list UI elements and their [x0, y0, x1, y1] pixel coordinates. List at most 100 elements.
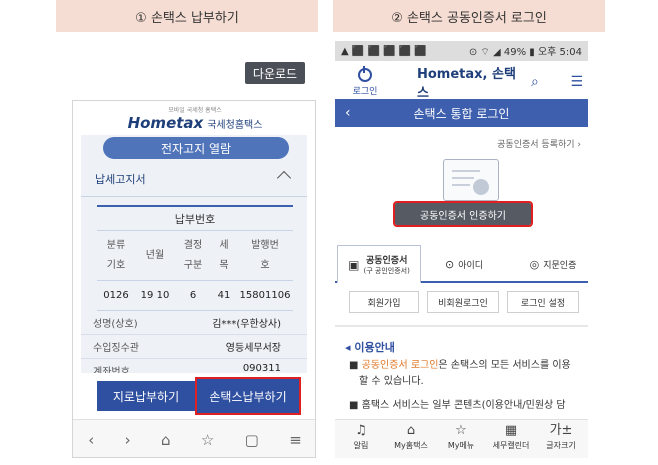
left-phone-screen: 모바일 국세청 홈택스 Hometax 국세청홈택스 전자고지 열람 납세고지서…: [72, 100, 316, 458]
tab-certificate[interactable]: ▣ 공동인증서 (구 공인인증서): [337, 245, 421, 283]
tabs-icon[interactable]: ▢: [245, 431, 259, 449]
usage-line-1: ■ 공동인증서 로그인은 손택스의 모든 서비스를 이용: [349, 359, 581, 373]
sontax-pay-button[interactable]: 손택스납부하기: [195, 377, 301, 415]
nav-alerts-label: 알림: [353, 441, 369, 450]
login-label: 로그인: [352, 86, 378, 97]
sontax-logo: Hometax, 손택스: [417, 67, 517, 101]
login-settings-button[interactable]: 로그인 설정: [507, 291, 579, 313]
notice-accordion[interactable]: 납세고지서: [81, 161, 307, 197]
pay-value: 0126: [103, 289, 129, 301]
calendar-icon: ▦: [504, 423, 518, 438]
info-value: 김***(우한상사): [212, 319, 281, 330]
col-header: 발행번 호: [251, 239, 279, 271]
tab-id[interactable]: ⊙ 아이디: [433, 245, 495, 283]
app-header: 로그인 Hometax, 손택스 ⌕ ☰: [335, 61, 588, 103]
cert-login-highlight: 공동인증서 로그인: [361, 360, 439, 371]
browser-nav-bar: ‹ › ⌂ ☆ ▢ ≡: [73, 419, 315, 457]
power-icon: [358, 65, 372, 82]
tab-fingerprint[interactable]: ◎ 지문인증: [521, 245, 585, 283]
cert-register-link[interactable]: 공동인증서 등록하기 ›: [485, 137, 581, 150]
logo-sub-text: 국세청홈택스: [207, 119, 263, 131]
font-size-icon: 가±: [549, 423, 573, 438]
info-row-name: 성명(상호) 김***(우한상사): [81, 311, 307, 335]
col-header: 결정 구분: [183, 239, 203, 271]
signup-button[interactable]: 회원가입: [349, 291, 419, 313]
right-phone-screen: ▲ ⬛ ⬛ ⬛ ⬛ ⬛ ⊙ ⌔ ◢ 49% ▮ 오후 5:04 로그인 Home…: [335, 41, 588, 458]
nav-my-menu-label: My메뉴: [447, 441, 475, 450]
usage-guide-heading: ◂ 이용안내: [345, 339, 395, 355]
tab-cert-sublabel: (구 공인인증서): [363, 267, 410, 275]
header-actions: ⌕ ☰: [531, 71, 583, 93]
tab-id-label: 아이디: [458, 260, 484, 271]
col-header: 년월: [145, 249, 165, 261]
usage-line3-text: 홈택스 서비스는 일부 콘텐츠(이용안내/민원상 담: [361, 400, 566, 411]
e-notice-label: 전자고지 열람: [160, 141, 232, 156]
pay-column-headers: 분류 기호 년월 결정 구분 세 목 발행번 호: [97, 231, 293, 281]
signup-label: 회원가입: [367, 298, 401, 309]
nav-font-size-label: 글자크기: [546, 441, 576, 450]
back-arrow-icon[interactable]: ‹: [345, 105, 351, 121]
download-button[interactable]: 다운로드: [245, 62, 305, 84]
step1-header: ① 손택스 납부하기: [56, 0, 318, 32]
pay-value: 19 10: [140, 289, 170, 301]
hometax-logo: 모바일 국세청 홈택스 Hometax 국세청홈택스: [73, 101, 315, 135]
status-notifications: ▲ ⬛ ⬛ ⬛ ⬛ ⬛: [341, 45, 427, 57]
nav-font-size[interactable]: 가± 글자크기: [537, 422, 585, 451]
sontax-pay-label: 손택스납부하기: [209, 389, 287, 404]
info-value: 영등세무서장: [225, 343, 281, 354]
login-title-bar: ‹ 손택스 통합 로그인: [335, 99, 588, 127]
pay-value: 15801106: [239, 289, 291, 301]
cert-auth-label: 공동인증서 인증하기: [420, 210, 506, 222]
nav-tax-calendar-label: 세무캘린더: [492, 441, 530, 450]
sontax-logo-text: Hometax, 손택스: [417, 67, 516, 101]
logo-main-text: Hometax: [127, 113, 204, 132]
star-icon: ☆: [455, 423, 467, 438]
step1-title: ① 손택스 납부하기: [135, 10, 239, 26]
back-icon[interactable]: ‹: [88, 431, 94, 449]
certificate-seal-icon: [473, 179, 489, 195]
step2-header: ② 손택스 공동인증서 로그인: [333, 0, 605, 32]
login-title: 손택스 통합 로그인: [413, 106, 510, 121]
menu-icon[interactable]: ≡: [289, 431, 302, 449]
bullet-icon: ■: [349, 360, 362, 371]
nav-my-hometax[interactable]: ⌂ My홈택스: [387, 422, 435, 451]
info-label: 수입징수관: [81, 335, 173, 358]
chevron-up-icon[interactable]: [276, 170, 292, 186]
e-notice-tab[interactable]: 전자고지 열람: [103, 137, 289, 159]
certificate-icon: [443, 159, 499, 201]
payment-number-table: 납부번호 분류 기호 년월 결정 구분 세 목 발행번 호 0126 19 10…: [97, 205, 293, 311]
search-icon[interactable]: ⌕: [531, 74, 539, 90]
id-icon: ⊙: [444, 257, 455, 271]
tab-cert-label: 공동인증서: [365, 256, 408, 266]
info-label: 성명(상호): [81, 311, 173, 334]
bookmark-icon[interactable]: ☆: [201, 431, 214, 449]
section-divider: [335, 325, 588, 327]
usage-line-3: ■ 홈택스 서비스는 일부 콘텐츠(이용안내/민원상 담: [349, 399, 581, 413]
giro-pay-button[interactable]: 지로납부하기: [97, 381, 195, 411]
col-header: 세 목: [219, 239, 229, 271]
nav-tax-calendar[interactable]: ▦ 세무캘린더: [487, 422, 535, 451]
hamburger-icon[interactable]: ☰: [570, 74, 583, 90]
info-row-collector: 수입징수관 영등세무서장: [81, 335, 307, 359]
nav-my-hometax-label: My홈택스: [394, 441, 428, 450]
login-button[interactable]: 로그인: [347, 65, 383, 99]
nav-alerts[interactable]: ♫ 알림: [337, 422, 385, 451]
bullet-icon: ■: [349, 400, 362, 411]
nav-my-menu[interactable]: ☆ My메뉴: [437, 422, 485, 451]
bell-icon: ♫: [355, 423, 367, 438]
home-icon: ⌂: [406, 423, 416, 438]
step2-title: ② 손택스 공동인증서 로그인: [391, 10, 547, 26]
fingerprint-icon: ◎: [529, 257, 540, 271]
pay-value: 41: [217, 289, 231, 301]
notice-row-label: 납세고지서: [95, 172, 146, 186]
cert-auth-button[interactable]: 공동인증서 인증하기: [393, 201, 533, 227]
home-icon[interactable]: ⌂: [161, 431, 171, 449]
forward-icon[interactable]: ›: [125, 431, 131, 449]
pay-values-row: 0126 19 10 6 41 15801106: [97, 281, 293, 311]
guest-login-button[interactable]: 비회원로그인: [427, 291, 499, 313]
status-system: ⊙ ⌔ ◢ 49% ▮ 오후 5:04: [468, 47, 582, 58]
login-method-tabs: ▣ 공동인증서 (구 공인인증서) ⊙ 아이디 ◎ 지문인증: [335, 245, 588, 283]
info-circle-icon: ◂: [345, 341, 355, 354]
guest-login-label: 비회원로그인: [438, 298, 488, 309]
app-bottom-nav: ♫ 알림 ⌂ My홈택스 ☆ My메뉴 ▦ 세무캘린더 가± 글자크기: [335, 419, 588, 458]
